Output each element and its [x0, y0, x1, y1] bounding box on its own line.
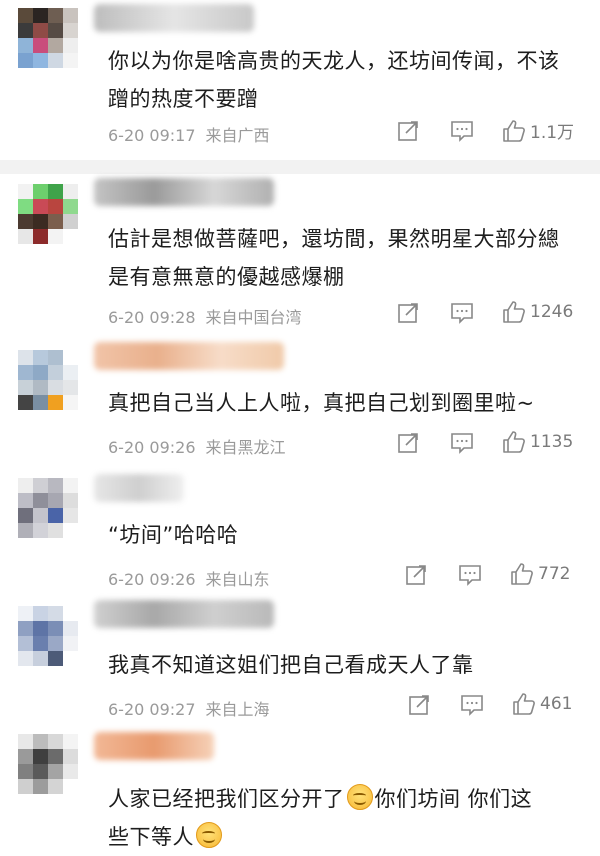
share-button[interactable]: [397, 120, 419, 142]
like-count: 772: [538, 564, 571, 584]
like-button[interactable]: 772: [510, 562, 570, 586]
comment-date: 6-20 09:17: [108, 126, 196, 145]
comment-button[interactable]: [458, 564, 482, 586]
share-icon: [398, 303, 418, 323]
comment-item: “坊间”哈哈哈 6-20 09:26 来自山东 772: [0, 464, 600, 592]
share-button[interactable]: [405, 564, 427, 586]
comment-button[interactable]: [450, 302, 474, 324]
avatar[interactable]: [18, 734, 78, 794]
share-button[interactable]: [397, 432, 419, 454]
comment-location: 来自中国台湾: [205, 308, 302, 327]
comment-item: 估計是想做菩薩吧，還坊間，果然明星大部分總是有意無意的優越感爆棚 6-20 09…: [0, 174, 600, 338]
avatar[interactable]: [18, 478, 78, 538]
comment-location: 来自上海: [205, 700, 270, 719]
comment-text-part: 你们坊间 你们这: [374, 787, 533, 811]
username-blurred[interactable]: [94, 342, 284, 370]
comment-item: 真把自己当人上人啦，真把自己划到圈里啦~ 6-20 09:26 来自黑龙江 113…: [0, 338, 600, 464]
like-button[interactable]: 1135: [502, 430, 573, 454]
like-count: 1135: [530, 432, 574, 452]
comment-date: 6-20 09:26: [108, 570, 196, 589]
like-icon: [511, 563, 533, 585]
comment-icon: [451, 433, 473, 454]
avatar[interactable]: [18, 8, 78, 68]
share-icon: [398, 433, 418, 453]
comment-text: 我真不知道这姐们把自己看成天人了靠: [108, 653, 474, 677]
like-icon: [503, 119, 525, 142]
smile-emoji: [346, 784, 373, 810]
like-button[interactable]: 1246: [502, 300, 573, 324]
like-icon: [503, 431, 525, 453]
smile-emoji: [196, 822, 222, 848]
comment-text: 你以为你是啥高贵的天龙人，还坊间传闻，不该蹭的热度不要蹭: [108, 49, 560, 111]
like-count: 1.1万: [530, 123, 575, 143]
comment-item: 我真不知道这姐们把自己看成天人了靠 6-20 09:27 来自上海 461: [0, 592, 600, 720]
like-button[interactable]: 461: [512, 692, 572, 716]
like-icon: [513, 693, 535, 715]
username-blurred[interactable]: [94, 600, 274, 628]
comment-meta: 6-20 09:17 来自广西: [108, 122, 270, 146]
username-blurred[interactable]: [94, 4, 254, 32]
comment-icon: [459, 565, 481, 586]
comment-icon: [451, 303, 473, 324]
avatar[interactable]: [18, 606, 78, 666]
comment-button[interactable]: [460, 694, 484, 716]
share-button[interactable]: [397, 302, 419, 324]
share-button[interactable]: [408, 694, 430, 716]
username-blurred[interactable]: [94, 474, 184, 502]
comment-date: 6-20 09:26: [108, 438, 196, 457]
comment-item: 你以为你是啥高贵的天龙人，还坊间传闻，不该蹭的热度不要蹭 6-20 09:17 来…: [0, 0, 600, 160]
comment-text: 真把自己当人上人啦，真把自己划到圈里啦~: [108, 391, 535, 415]
like-count: 461: [540, 694, 573, 714]
comment-location: 来自山东: [205, 570, 270, 589]
comment-text-part: 人家已经把我们区分开了: [108, 787, 345, 811]
comment-meta: 6-20 09:26 来自黑龙江: [108, 434, 286, 458]
avatar[interactable]: [18, 350, 78, 410]
comment-meta: 6-20 09:26 来自山东: [108, 566, 270, 590]
separator: [0, 160, 600, 174]
comment-text: 估計是想做菩薩吧，還坊間，果然明星大部分總是有意無意的優越感爆棚: [108, 227, 560, 289]
username-blurred[interactable]: [94, 178, 274, 206]
share-icon: [409, 695, 429, 715]
share-icon: [398, 121, 418, 141]
comment-icon: [461, 695, 483, 716]
comment-text-part: 些下等人: [108, 825, 194, 849]
comment-icon: [451, 121, 473, 142]
share-icon: [406, 565, 426, 585]
comment-text: 人家已经把我们区分开了 你们坊间 你们这 些下等人: [108, 780, 578, 856]
avatar[interactable]: [18, 184, 78, 244]
comment-location: 来自广西: [205, 126, 270, 145]
comment-button[interactable]: [450, 432, 474, 454]
comment-meta: 6-20 09:27 来自上海: [108, 696, 270, 720]
comment-text: “坊间”哈哈哈: [108, 523, 239, 547]
like-button[interactable]: 1.1万: [502, 118, 574, 143]
username-blurred[interactable]: [94, 732, 214, 760]
comment-item: 人家已经把我们区分开了 你们坊间 你们这 些下等人: [0, 718, 600, 854]
comment-button[interactable]: [450, 120, 474, 142]
comment-meta: 6-20 09:28 来自中国台湾: [108, 304, 302, 328]
like-icon: [503, 301, 525, 323]
comment-location: 来自黑龙江: [205, 438, 286, 457]
comment-date: 6-20 09:28: [108, 308, 196, 327]
like-count: 1246: [530, 302, 574, 322]
comment-date: 6-20 09:27: [108, 700, 196, 719]
